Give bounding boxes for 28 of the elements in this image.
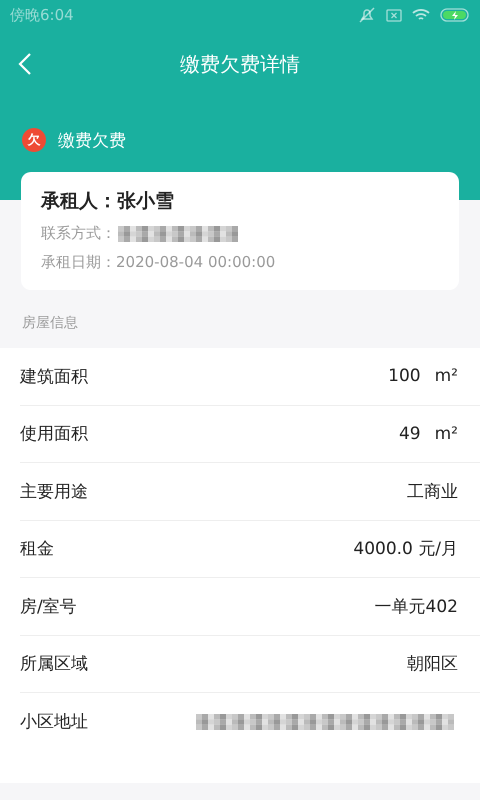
section-title: 房屋信息	[21, 314, 79, 333]
page-title: 缴费欠费详情	[180, 50, 300, 78]
field-label: 使用面积	[20, 423, 88, 446]
unit-label: m²	[434, 424, 458, 444]
bell-off-icon	[358, 6, 376, 24]
field-value: 4000.0 元/月	[353, 538, 458, 560]
battery-charging-icon	[440, 8, 470, 22]
contact-label: 联系方式：	[41, 224, 116, 243]
lease-date: 承租日期：2020-08-04 00:00:00	[41, 253, 276, 272]
field-value: 朝阳区	[407, 653, 458, 676]
field-value: 49	[398, 424, 421, 444]
field-label: 租金	[20, 538, 54, 560]
unit-label: m²	[434, 366, 458, 386]
tenant-name: 承租人：张小雪	[41, 189, 175, 214]
status-label: 缴费欠费	[58, 130, 126, 152]
wifi-icon	[412, 8, 430, 22]
field-value: 一单元402	[374, 596, 458, 618]
sim-x-icon	[386, 8, 402, 22]
field-value: 100	[388, 366, 421, 386]
back-chevron-icon	[18, 52, 32, 76]
field-label: 小区地址	[20, 711, 88, 734]
field-value: 工商业	[407, 480, 458, 503]
field-label: 房/室号	[20, 596, 77, 618]
field-label: 建筑面积	[20, 366, 88, 388]
field-label: 所属区域	[20, 653, 88, 676]
status-time: 傍晚6:04	[10, 6, 74, 24]
arrears-badge: 欠	[22, 128, 46, 152]
field-label: 主要用途	[20, 480, 88, 503]
